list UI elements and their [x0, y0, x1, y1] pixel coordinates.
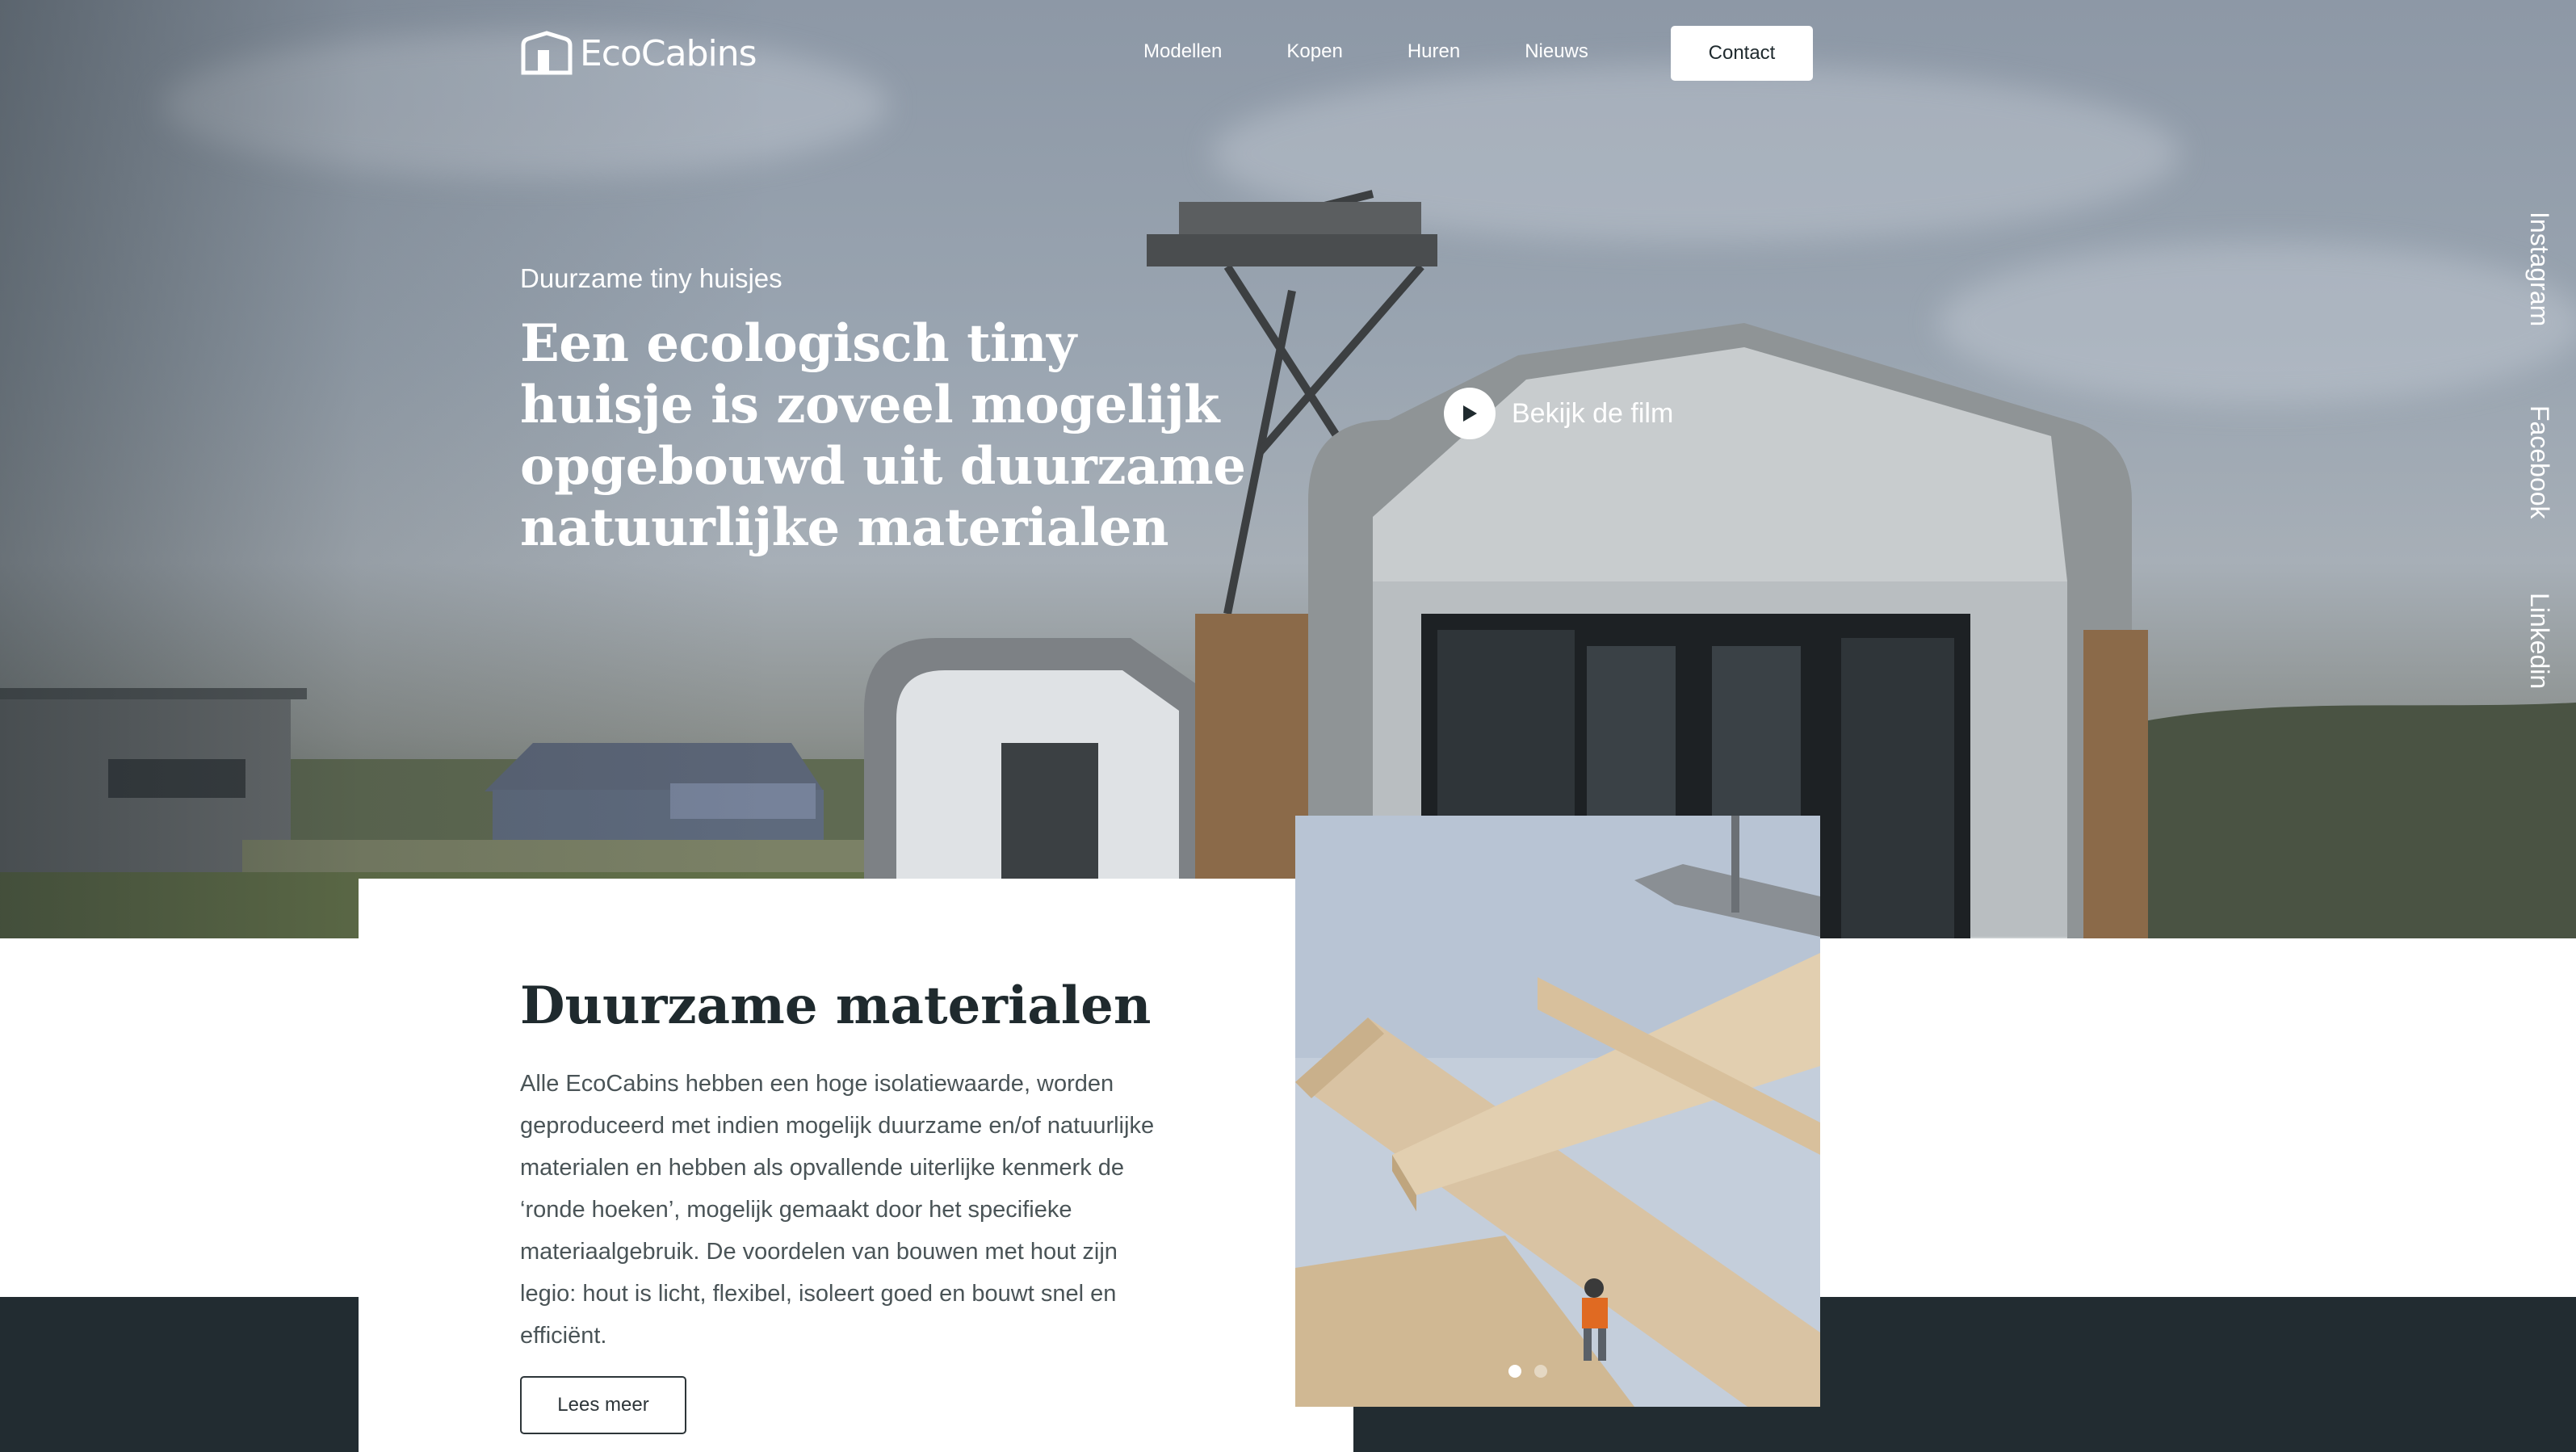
hero-eyebrow: Duurzame tiny huisjes	[520, 263, 782, 293]
social-link-facebook[interactable]: Facebook	[2524, 405, 2554, 519]
hero-section	[0, 0, 2576, 938]
section-body: Alle EcoCabins hebben een hoge isolatiew…	[520, 1071, 1155, 1349]
nav-item-kopen[interactable]: Kopen	[1286, 40, 1342, 63]
nav-item-modellen[interactable]: Modellen	[1143, 40, 1222, 63]
contact-button[interactable]: Contact	[1671, 26, 1813, 81]
construction-photo	[1295, 816, 1820, 1407]
carousel-dot-2[interactable]	[1534, 1365, 1547, 1378]
hero-headline: Een ecologisch tiny huisje is zoveel mog…	[520, 313, 1246, 558]
nav-item-nieuws[interactable]: Nieuws	[1525, 40, 1588, 63]
logo-text: EcoCabins	[580, 32, 757, 74]
hero-overlay	[0, 0, 2576, 938]
carousel-dot-1[interactable]	[1508, 1365, 1521, 1378]
section-title: Duurzame materialen	[520, 976, 1152, 1036]
watch-film-button[interactable]: Bekijk de film	[1444, 388, 1673, 439]
carousel-dots	[1508, 1365, 1547, 1378]
main-nav: Modellen Kopen Huren Nieuws	[1143, 40, 1653, 63]
logo[interactable]: EcoCabins	[520, 31, 757, 76]
play-icon	[1444, 388, 1496, 439]
nav-item-huren[interactable]: Huren	[1408, 40, 1460, 63]
read-more-button[interactable]: Lees meer	[520, 1376, 686, 1434]
social-link-linkedin[interactable]: Linkedin	[2524, 593, 2554, 689]
watch-film-label: Bekijk de film	[1512, 397, 1674, 429]
social-link-instagram[interactable]: Instagram	[2524, 212, 2554, 326]
house-logo-icon	[521, 31, 573, 75]
